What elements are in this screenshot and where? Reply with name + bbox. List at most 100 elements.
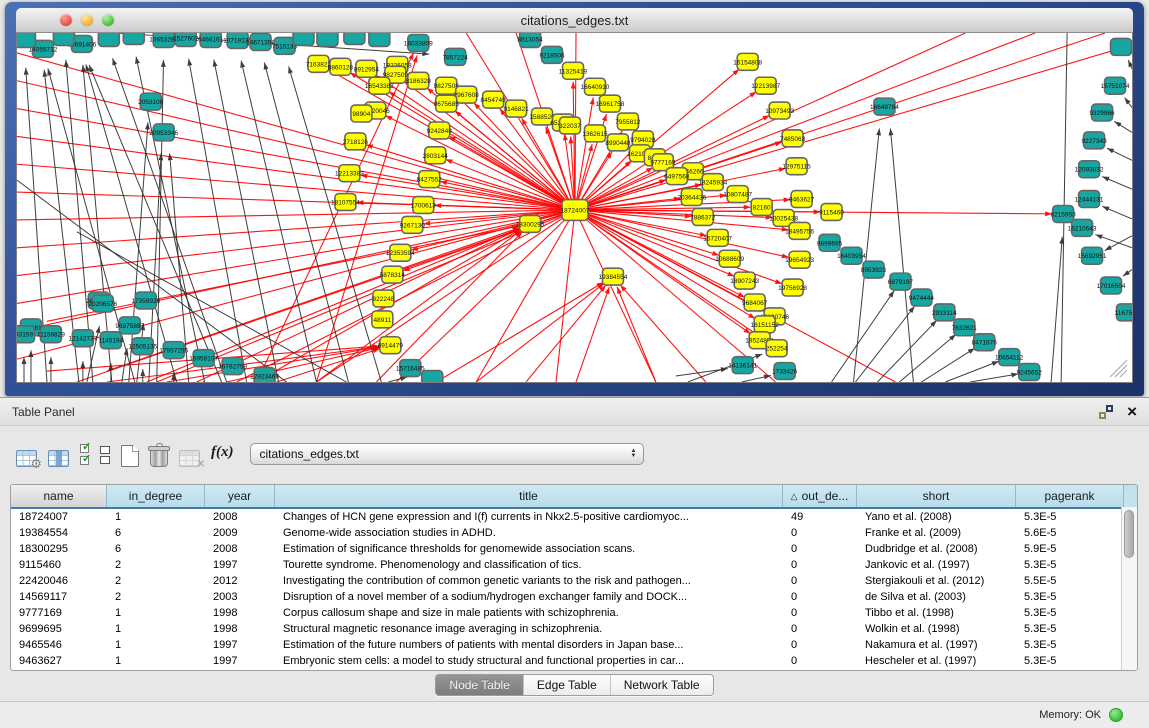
- graph-node[interactable]: 2718126: [343, 133, 369, 150]
- table-cell[interactable]: 2003: [205, 589, 275, 605]
- table-cell[interactable]: 9699695: [11, 621, 107, 637]
- graph-node[interactable]: 6879197: [888, 273, 914, 290]
- table-cell[interactable]: 2009: [205, 525, 275, 541]
- graph-node[interactable]: [53, 33, 74, 45]
- table-cell[interactable]: 2012: [205, 573, 275, 589]
- graph-node[interactable]: 17957255: [159, 342, 188, 359]
- graph-node[interactable]: 12505135: [128, 338, 157, 355]
- graph-node[interactable]: 10973493: [765, 102, 794, 119]
- graph-node[interactable]: 16210643: [1068, 219, 1097, 236]
- close-panel-icon[interactable]: ×: [1127, 405, 1137, 419]
- table-cell[interactable]: Yano et al. (2008): [857, 509, 1016, 525]
- table-cell[interactable]: 2008: [205, 509, 275, 525]
- graph-node[interactable]: 1362615: [582, 125, 608, 142]
- table-cell[interactable]: 22420046: [11, 573, 107, 589]
- graph-node[interactable]: 10807487: [723, 186, 752, 203]
- table-row[interactable]: 911546021997Tourette syndrome. Phenomeno…: [11, 557, 1137, 573]
- graph-node[interactable]: 18107554: [331, 194, 360, 211]
- table-cell[interactable]: 5.3E-5: [1016, 589, 1124, 605]
- graph-node[interactable]: 15716485: [396, 360, 425, 377]
- table-cell[interactable]: 1: [107, 621, 205, 637]
- select-all-checks-icon[interactable]: [80, 441, 89, 467]
- graph-node[interactable]: 8427552: [417, 171, 443, 188]
- table-row[interactable]: 2242004622012Investigating the contribut…: [11, 573, 1137, 589]
- table-cell[interactable]: 0: [783, 621, 857, 637]
- table-cell[interactable]: 1: [107, 637, 205, 653]
- table-cell[interactable]: 5.6E-5: [1016, 525, 1124, 541]
- network-canvas[interactable]: 1405571220691406106532871527602646616110…: [16, 33, 1133, 383]
- graph-node[interactable]: 5878314: [380, 266, 406, 283]
- table-cell[interactable]: 5.9E-5: [1016, 541, 1124, 557]
- show-columns-icon[interactable]: [48, 441, 69, 467]
- graph-node[interactable]: 19756928: [778, 279, 807, 296]
- table-cell[interactable]: 19384554: [11, 525, 107, 541]
- table-settings-icon[interactable]: ⚙: [16, 441, 37, 467]
- graph-node[interactable]: 12213987: [751, 77, 780, 94]
- graph-node[interactable]: [293, 33, 314, 45]
- zoom-window-icon[interactable]: [102, 14, 114, 26]
- column-header-pagerank[interactable]: pagerank: [1016, 485, 1124, 507]
- table-cell[interactable]: 5.3E-5: [1016, 557, 1124, 573]
- table-cell[interactable]: 9115460: [11, 557, 107, 573]
- table-cell[interactable]: 0: [783, 653, 857, 669]
- table-row[interactable]: 946362711997Embryonic stem cells: a mode…: [11, 653, 1137, 669]
- graph-node[interactable]: [123, 33, 144, 44]
- table-cell[interactable]: 9463627: [11, 653, 107, 669]
- table-cell[interactable]: Jankovic et al. (1997): [857, 557, 1016, 573]
- graph-node[interactable]: 10688609: [715, 250, 744, 267]
- graph-node[interactable]: 12093832: [1075, 161, 1104, 178]
- graph-node[interactable]: 7886372: [690, 208, 716, 225]
- table-cell[interactable]: 18724007: [11, 509, 107, 525]
- table-cell[interactable]: 1: [107, 605, 205, 621]
- table-cell[interactable]: Stergiakouli et al. (2012): [857, 573, 1016, 589]
- graph-node[interactable]: 9146821: [503, 100, 529, 117]
- table-cell[interactable]: 49: [783, 509, 857, 525]
- function-builder-icon[interactable]: f(x): [211, 444, 234, 464]
- graph-node[interactable]: 16403954: [837, 247, 866, 264]
- graph-node[interactable]: 9115460: [819, 204, 844, 221]
- table-cell[interactable]: 2008: [205, 541, 275, 557]
- graph-node[interactable]: 6914479: [378, 337, 404, 354]
- table-cell[interactable]: 14569117: [11, 589, 107, 605]
- tab-network-table[interactable]: Network Table: [610, 675, 713, 695]
- table-cell[interactable]: 1997: [205, 637, 275, 653]
- graph-node[interactable]: 8215953: [1051, 206, 1077, 223]
- float-panel-icon[interactable]: [1099, 405, 1113, 419]
- table-cell[interactable]: 6: [107, 525, 205, 541]
- table-row[interactable]: 1872400712008Changes of HCN gene express…: [11, 509, 1137, 525]
- graph-node[interactable]: 9245652: [1017, 364, 1043, 381]
- graph-node[interactable]: 12353594: [386, 244, 415, 261]
- graph-node[interactable]: 98904: [351, 105, 372, 122]
- table-row[interactable]: 969969511998Structural magnetic resonanc…: [11, 621, 1137, 637]
- graph-node[interactable]: [422, 371, 443, 382]
- graph-node[interactable]: 12142737: [68, 330, 97, 347]
- graph-node[interactable]: 18724007: [561, 200, 590, 221]
- column-header-out-de-[interactable]: △out_de...: [783, 485, 857, 507]
- graph-node[interactable]: 7857224: [443, 48, 469, 65]
- table-cell[interactable]: 0: [783, 637, 857, 653]
- graph-node[interactable]: 20206576: [88, 295, 117, 312]
- graph-node[interactable]: 16543382: [365, 77, 394, 94]
- table-cell[interactable]: de Silva et al. (2003): [857, 589, 1016, 605]
- graph-node[interactable]: 12213383: [335, 165, 364, 182]
- table-cell[interactable]: 5.5E-5: [1016, 573, 1124, 589]
- graph-node[interactable]: 8990448: [605, 134, 631, 151]
- table-cell[interactable]: 0: [783, 541, 857, 557]
- table-cell[interactable]: 1997: [205, 557, 275, 573]
- table-cell[interactable]: Embryonic stem cells: a model to study s…: [275, 653, 783, 669]
- table-cell[interactable]: 18300295: [11, 541, 107, 557]
- network-window-titlebar[interactable]: citations_edges.txt: [16, 8, 1133, 33]
- tab-node-table[interactable]: Node Table: [436, 675, 523, 695]
- table-cell[interactable]: 2: [107, 557, 205, 573]
- graph-node[interactable]: 18495756: [785, 222, 814, 239]
- graph-node[interactable]: 8454749: [481, 91, 507, 108]
- graph-node[interactable]: 18245934: [698, 174, 727, 191]
- graph-node[interactable]: 82160: [751, 199, 772, 216]
- graph-node[interactable]: 12923468: [250, 368, 279, 382]
- table-row[interactable]: 946554611997Estimation of the future num…: [11, 637, 1137, 653]
- table-cell[interactable]: 1: [107, 509, 205, 525]
- table-cell[interactable]: Structural magnetic resonance image aver…: [275, 621, 783, 637]
- column-header-year[interactable]: year: [205, 485, 275, 507]
- graph-node[interactable]: 19384554: [599, 268, 628, 285]
- table-cell[interactable]: Estimation of significance thresholds fo…: [275, 541, 783, 557]
